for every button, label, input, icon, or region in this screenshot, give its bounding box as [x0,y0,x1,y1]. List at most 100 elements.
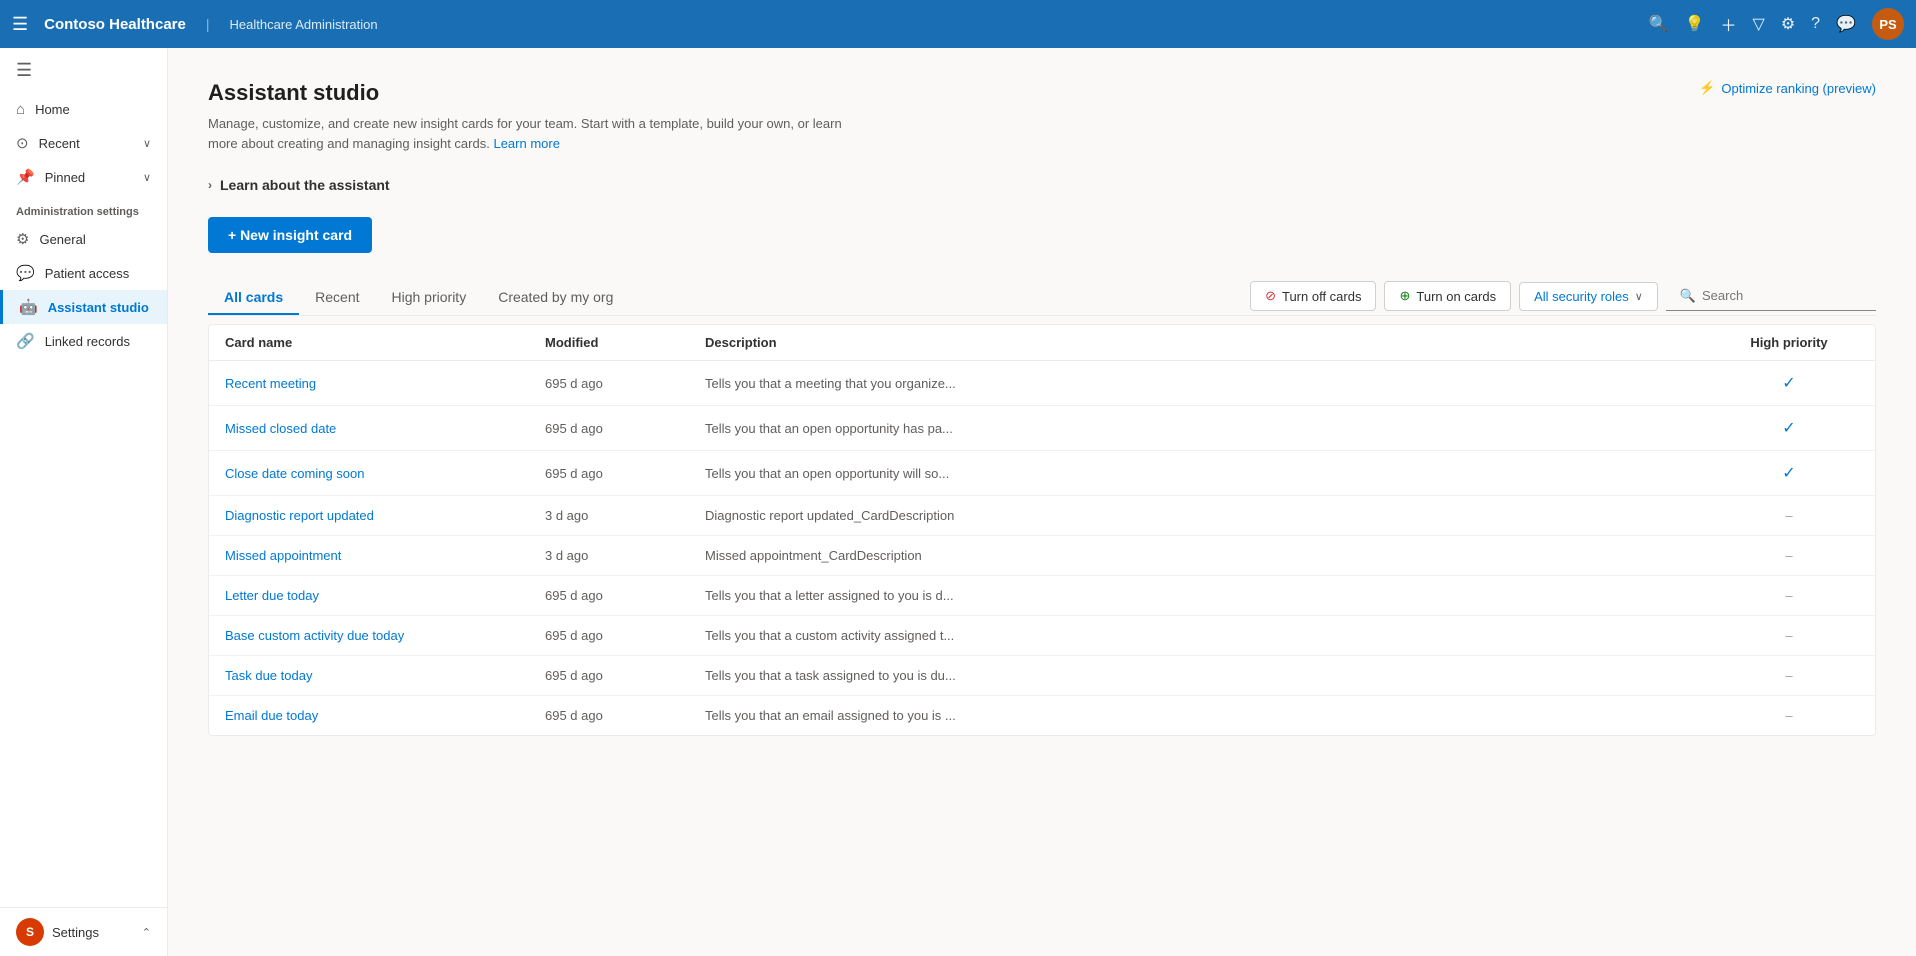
card-name-cell: Base custom activity due today [225,628,545,643]
card-name-cell: Diagnostic report updated [225,508,545,523]
gear-icon[interactable]: ⚙ [1781,14,1795,34]
page-header-left: Assistant studio Manage, customize, and … [208,80,848,153]
sidebar-item-patient-access[interactable]: 💬 Patient access [0,256,167,290]
sidebar-item-home[interactable]: ⌂ Home [0,93,167,126]
help-icon[interactable]: ? [1811,15,1820,33]
table-row[interactable]: Missed closed date 695 d ago Tells you t… [209,406,1875,451]
sidebar-footer[interactable]: S Settings ⌃ [0,907,167,956]
chat-icon[interactable]: 💬 [1836,14,1856,34]
priority-dash-icon: – [1785,588,1792,603]
sidebar-item-recent[interactable]: ⊙ Recent ∨ [0,126,167,160]
sidebar-item-general[interactable]: ⚙ General [0,222,167,256]
turn-on-cards-button[interactable]: ⊕ Turn on cards [1384,281,1511,311]
card-name-cell: Email due today [225,708,545,723]
patient-access-icon: 💬 [16,264,35,282]
search-input-icon: 🔍 [1680,288,1696,304]
table-row[interactable]: Task due today 695 d ago Tells you that … [209,656,1875,696]
assistant-icon: 🤖 [19,298,38,316]
table-header: Card name Modified Description High prio… [209,325,1875,361]
home-icon: ⌂ [16,101,25,118]
linked-records-icon: 🔗 [16,332,35,350]
cards-table: Card name Modified Description High prio… [208,324,1876,736]
tab-created-by-org[interactable]: Created by my org [482,281,629,315]
admin-section-label: Administration settings [0,194,167,222]
card-priority-cell: ✓ [1719,373,1859,393]
tabs-row: All cards Recent High priority Created b… [208,281,1876,316]
table-row[interactable]: Diagnostic report updated 3 d ago Diagno… [209,496,1875,536]
plus-icon[interactable]: ＋ [1721,12,1737,36]
sidebar-item-linked-label: Linked records [45,334,130,349]
sidebar-item-pinned[interactable]: 📌 Pinned ∨ [0,160,167,194]
search-box[interactable]: 🔍 [1666,282,1876,311]
search-icon[interactable]: 🔍 [1649,14,1669,34]
topbar-subtitle: Healthcare Administration [229,17,377,32]
turn-off-cards-button[interactable]: ⊘ Turn off cards [1250,281,1376,311]
card-name-cell: Letter due today [225,588,545,603]
learn-more-link[interactable]: Learn more [493,136,559,151]
recent-icon: ⊙ [16,134,29,152]
security-roles-dropdown[interactable]: All security roles ∨ [1519,282,1658,311]
footer-avatar: S [16,918,44,946]
card-name-cell: Missed appointment [225,548,545,563]
user-avatar[interactable]: PS [1872,8,1904,40]
hamburger-icon[interactable]: ☰ [12,14,28,35]
card-description-cell: Diagnostic report updated_CardDescriptio… [705,508,1005,523]
table-row[interactable]: Email due today 695 d ago Tells you that… [209,696,1875,735]
card-description-cell: Tells you that a custom activity assigne… [705,628,1005,643]
card-priority-cell: – [1719,508,1859,523]
card-priority-cell: – [1719,668,1859,683]
security-roles-chevron-icon: ∨ [1635,290,1643,303]
sidebar-item-pinned-label: Pinned [45,170,85,185]
card-modified-cell: 695 d ago [545,421,705,436]
card-modified-cell: 695 d ago [545,668,705,683]
sidebar-item-patient-label: Patient access [45,266,130,281]
card-priority-cell: – [1719,708,1859,723]
footer-label: Settings [52,925,99,940]
sidebar-item-assistant-studio[interactable]: 🤖 Assistant studio [0,290,167,324]
sidebar-item-linked-records[interactable]: 🔗 Linked records [0,324,167,358]
topbar: ☰ Contoso Healthcare | Healthcare Admini… [0,0,1916,48]
priority-dash-icon: – [1785,668,1792,683]
tab-high-priority[interactable]: High priority [376,281,483,315]
table-row[interactable]: Close date coming soon 695 d ago Tells y… [209,451,1875,496]
table-row[interactable]: Letter due today 695 d ago Tells you tha… [209,576,1875,616]
turn-off-icon: ⊘ [1265,288,1276,304]
tab-recent[interactable]: Recent [299,281,375,315]
new-insight-card-button[interactable]: + New insight card [208,217,372,253]
topbar-divider: | [206,16,210,32]
card-description-cell: Tells you that a meeting that you organi… [705,376,1005,391]
card-modified-cell: 695 d ago [545,588,705,603]
card-modified-cell: 695 d ago [545,376,705,391]
footer-chevron-icon: ⌃ [142,926,151,939]
card-priority-cell: ✓ [1719,463,1859,483]
tab-all-cards[interactable]: All cards [208,281,299,315]
table-row[interactable]: Recent meeting 695 d ago Tells you that … [209,361,1875,406]
card-modified-cell: 3 d ago [545,508,705,523]
learn-section-label: Learn about the assistant [220,177,390,193]
table-row[interactable]: Missed appointment 3 d ago Missed appoin… [209,536,1875,576]
filter-icon[interactable]: ▽ [1753,14,1765,34]
card-description-cell: Tells you that a letter assigned to you … [705,588,1005,603]
sidebar-hamburger-icon[interactable]: ☰ [0,48,167,93]
optimize-ranking-button[interactable]: ⚡ Optimize ranking (preview) [1699,80,1876,96]
recent-chevron-icon: ∨ [143,137,151,150]
sidebar-item-home-label: Home [35,102,70,117]
priority-dash-icon: – [1785,708,1792,723]
card-modified-cell: 3 d ago [545,548,705,563]
priority-check-icon: ✓ [1782,465,1795,482]
priority-dash-icon: – [1785,628,1792,643]
card-description-cell: Tells you that a task assigned to you is… [705,668,1005,683]
lightbulb-icon[interactable]: 💡 [1685,14,1705,34]
card-priority-cell: – [1719,548,1859,563]
col-description: Description [705,335,1719,350]
optimize-icon: ⚡ [1699,80,1715,96]
pin-icon: 📌 [16,168,35,186]
card-description-cell: Missed appointment_CardDescription [705,548,1005,563]
table-row[interactable]: Base custom activity due today 695 d ago… [209,616,1875,656]
card-modified-cell: 695 d ago [545,708,705,723]
col-modified: Modified [545,335,705,350]
card-name-cell: Close date coming soon [225,466,545,481]
table-body: Recent meeting 695 d ago Tells you that … [209,361,1875,735]
learn-section[interactable]: › Learn about the assistant [208,177,1876,193]
search-input[interactable] [1702,288,1862,303]
